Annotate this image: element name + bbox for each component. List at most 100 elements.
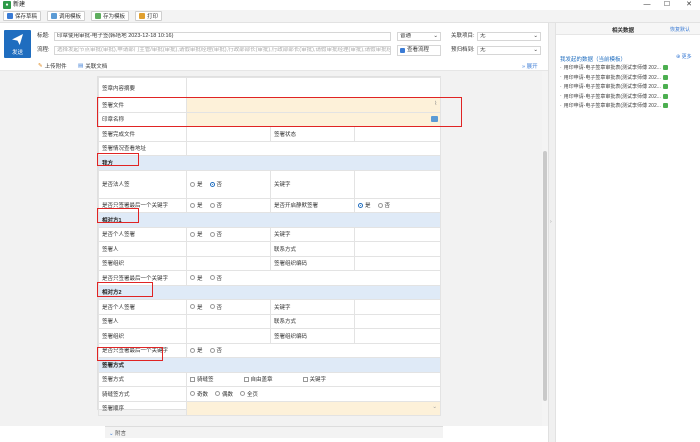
- list-item[interactable]: · 用印申请-电子签章审批表(测试李师傅 202...: [560, 74, 668, 81]
- radio-yes[interactable]: [190, 347, 195, 353]
- checkbox-keyword[interactable]: [302, 376, 308, 382]
- scrollbar-thumb[interactable]: [543, 151, 547, 401]
- priority-select[interactable]: 普通 ⌄: [397, 32, 441, 41]
- checkbox-keyword-label: 关键字: [309, 377, 327, 384]
- tab-related-data[interactable]: 相关数据: [612, 26, 634, 34]
- contact-field[interactable]: [353, 241, 442, 257]
- print-button[interactable]: 打印: [135, 11, 163, 21]
- print-icon: [139, 13, 145, 19]
- status-tag-icon: [662, 103, 668, 108]
- use-template-button[interactable]: 调用模板: [47, 11, 86, 21]
- keyword-field[interactable]: [353, 226, 442, 242]
- sign-org-code-field[interactable]: [353, 328, 442, 344]
- last-keyword-radio-group[interactable]: 是否: [185, 270, 442, 286]
- radio-yes[interactable]: [190, 181, 195, 187]
- archive-select[interactable]: 无 ⌄: [477, 46, 541, 55]
- keyword-field[interactable]: [353, 299, 442, 315]
- is-personal-radio-group[interactable]: 是否: [186, 299, 271, 315]
- print-label: 打印: [147, 14, 159, 20]
- toolbar: 保存草稿 调用模板 存为模板 打印: [0, 10, 700, 23]
- flow-input[interactable]: 选择发起节点审批(审批),申请部门主管/审批(审批),请假审批经理(审批),行政…: [54, 46, 391, 55]
- upload-attachment-button[interactable]: ✎ 上传附件: [38, 62, 67, 70]
- radio-no[interactable]: [209, 347, 215, 353]
- maximize-button[interactable]: ☐: [660, 0, 674, 10]
- reset-default-link[interactable]: 恢复默认: [670, 26, 690, 33]
- radio-no[interactable]: [209, 181, 215, 187]
- radio-yes-label: 是: [197, 304, 203, 311]
- archive-label: 预归档到:: [451, 47, 475, 53]
- save-template-button[interactable]: 存为模板: [91, 11, 130, 21]
- radio-no[interactable]: [209, 202, 215, 208]
- form-scrollbar[interactable]: [542, 71, 548, 426]
- sign-method-checkbox-group[interactable]: 骑缝签 自由盖章 关键字: [185, 371, 442, 387]
- sign-order-select[interactable]: ⌄: [185, 400, 442, 416]
- radio-even[interactable]: [215, 391, 221, 397]
- expand-button[interactable]: » 展开: [522, 62, 538, 70]
- radio-no[interactable]: [377, 202, 383, 208]
- radio-odd[interactable]: [190, 391, 195, 397]
- checkbox-seam[interactable]: [190, 376, 195, 382]
- is-legal-radio-group[interactable]: 是否: [186, 169, 271, 199]
- chevron-down-icon: ⌄: [533, 33, 538, 39]
- list-item[interactable]: · 用印申请-电子签章审批表(测试李师傅 202...: [560, 64, 668, 71]
- content-summary-field[interactable]: [185, 77, 442, 98]
- attachment-toggle[interactable]: ⌄ 附言: [109, 429, 126, 437]
- related-project-select[interactable]: 无 ⌄: [477, 32, 541, 41]
- list-item-label: 用印申请-电子签章审批表(测试李师傅 202...: [563, 65, 661, 71]
- list-item-label: 用印申请-电子签章审批表(测试李师傅 202...: [563, 74, 661, 81]
- signer-field[interactable]: [186, 241, 271, 257]
- radio-no[interactable]: [209, 231, 215, 237]
- radio-yes-label: 是: [197, 232, 203, 239]
- seam-method-radio-group[interactable]: 奇数 偶数 全页: [185, 386, 442, 402]
- keyword-label: 关键字: [274, 182, 291, 188]
- chevron-down-icon: ⌄: [533, 47, 538, 53]
- radio-yes[interactable]: [358, 202, 363, 208]
- window-title: 新建: [13, 2, 26, 8]
- last-keyword-radio-group[interactable]: 是否: [185, 342, 442, 358]
- radio-all-label: 全页: [247, 391, 259, 398]
- more-label: 更多: [681, 54, 692, 60]
- list-item[interactable]: · 用印申请-电子签章审批表(测试李师傅 202...: [560, 93, 668, 100]
- list-item[interactable]: · 用印申请-电子签章审批表(测试李师傅 202...: [560, 83, 668, 90]
- radio-yes[interactable]: [190, 304, 195, 310]
- related-doc-button[interactable]: ▤ 关联文档: [78, 62, 107, 70]
- sign-org-field[interactable]: [186, 328, 271, 344]
- content-summary-label: 签章内容摘要: [102, 85, 136, 92]
- minimize-button[interactable]: —: [640, 0, 654, 10]
- radio-all[interactable]: [240, 391, 246, 397]
- radio-yes[interactable]: [190, 231, 195, 237]
- close-button[interactable]: ✕: [682, 0, 696, 10]
- signed-file-field[interactable]: [186, 126, 271, 142]
- panel-divider[interactable]: ›: [548, 23, 555, 442]
- is-personal-radio-group[interactable]: 是否: [186, 226, 271, 242]
- save-draft-button[interactable]: 保存草稿: [3, 11, 42, 21]
- contact-field[interactable]: [353, 313, 442, 329]
- title-input[interactable]: 印章使用审批-电子签(韩塔地 2023-12-18 10:16): [54, 32, 391, 41]
- radio-yes[interactable]: [190, 202, 195, 208]
- upload-label: 上传附件: [44, 64, 67, 70]
- sign-org-code-label: 签署组织编码: [274, 261, 308, 268]
- attachment-bar[interactable]: ⌄ 附言: [105, 426, 443, 438]
- sign-org-code-field[interactable]: [353, 255, 442, 271]
- form-table: 签章内容摘要 签署文件 ⌇ 印章名称 签署完成文件 签署状态 签署情况查看地址 我方…: [97, 77, 442, 416]
- view-flow-button[interactable]: 查看流程: [397, 45, 441, 56]
- status-tag-icon: [662, 93, 668, 99]
- more-link[interactable]: ⊕ 更多: [676, 53, 692, 60]
- list-item-label: 用印申请-电子签章审批表(测试李师傅 202...: [563, 103, 661, 109]
- send-button[interactable]: 发送: [4, 30, 31, 58]
- collapse-handle-icon[interactable]: ›: [550, 219, 552, 225]
- keyword-field[interactable]: [353, 169, 442, 199]
- auto-silent-radio-group[interactable]: 是否: [353, 197, 442, 213]
- radio-yes[interactable]: [190, 275, 195, 281]
- list-item[interactable]: · 用印申请-电子签章审批表(测试李师傅 202...: [560, 102, 668, 109]
- sign-view-addr-field[interactable]: [185, 140, 442, 156]
- sign-org-field[interactable]: [186, 255, 271, 271]
- sign-org-label: 签署组织: [102, 261, 125, 268]
- last-keyword-radio-group[interactable]: 是否: [186, 197, 271, 213]
- sign-status-field[interactable]: [353, 126, 442, 142]
- signer-field[interactable]: [186, 313, 271, 329]
- checkbox-free[interactable]: [243, 376, 249, 382]
- radio-no[interactable]: [209, 275, 215, 281]
- is-personal-label: 是否个人签署: [102, 232, 136, 239]
- radio-no[interactable]: [209, 304, 215, 310]
